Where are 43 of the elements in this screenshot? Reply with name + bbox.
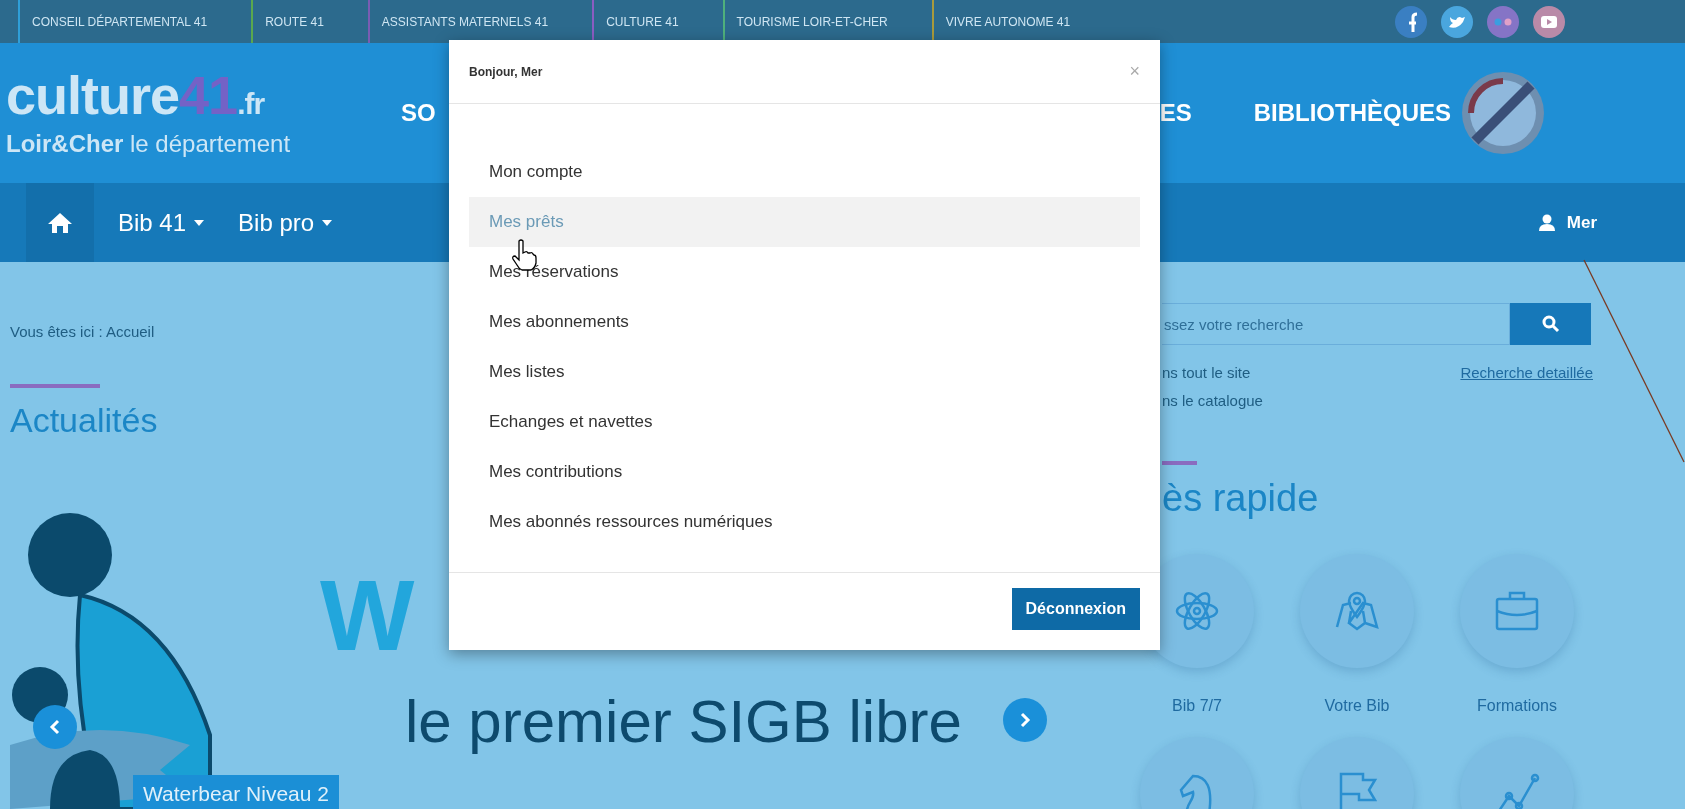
tile-label[interactable]: Bib 7/7 [1172, 696, 1222, 716]
youtube-icon[interactable] [1533, 5, 1565, 38]
user-menu[interactable]: Mer [1538, 212, 1597, 233]
search-scope-option[interactable]: ns le catalogue [1162, 387, 1263, 415]
header-nav-link[interactable]: BIBLIOTHÈQUES [1253, 99, 1451, 127]
banner-logo-letter: W [320, 565, 415, 665]
tile-label[interactable]: Formations [1477, 696, 1557, 716]
account-menu-item[interactable]: Mes réservations [469, 247, 1140, 297]
account-menu-item[interactable]: Mes listes [469, 347, 1140, 397]
nav-menu[interactable]: Bib 41 [108, 208, 215, 237]
chevron-right-icon [1019, 712, 1031, 728]
tile-label[interactable]: Votre Bib [1324, 696, 1390, 716]
twitter-icon[interactable] [1441, 5, 1473, 38]
close-button[interactable]: × [1129, 61, 1140, 82]
flickr-icon[interactable] [1487, 5, 1519, 38]
dialog-title: Bonjour, Mer [469, 64, 543, 79]
nav-menu[interactable]: Bib pro [228, 208, 343, 237]
account-menu-item[interactable]: Mes abonnés ressources numériques [469, 497, 1140, 547]
site-logo[interactable]: culture41.fr [6, 68, 401, 130]
search-scope-option[interactable]: ns tout le site [1162, 359, 1263, 387]
section-title: ès rapide [1162, 477, 1319, 519]
header-nav-link[interactable]: ES [1159, 99, 1192, 127]
advanced-search-link[interactable]: Recherche detaillée [1460, 359, 1593, 415]
home-icon[interactable] [26, 183, 94, 262]
account-menu-item[interactable]: Mes abonnements [469, 297, 1140, 347]
next-slide-button[interactable] [1003, 698, 1047, 742]
search-icon [1541, 315, 1560, 333]
account-menu-item[interactable]: Echanges et navettes [469, 397, 1140, 447]
chevron-left-icon [49, 719, 61, 735]
logout-button[interactable]: Déconnexion [1011, 588, 1140, 630]
breadcrumb: Vous êtes ici : Accueil [10, 322, 156, 342]
section-title: Actualités [10, 400, 158, 440]
account-menu-item[interactable]: Mon compte [469, 147, 1140, 197]
search-button[interactable] [1510, 303, 1591, 345]
account-menu-item[interactable]: Mes contributions [469, 447, 1140, 497]
search-field[interactable]: ssez votre recherche [1162, 303, 1510, 345]
facebook-icon[interactable] [1395, 5, 1427, 38]
logo-tagline: Loir&Cher le département [6, 129, 292, 158]
user-icon [1538, 214, 1555, 231]
slide-caption: Waterbear Niveau 2 [133, 775, 339, 809]
account-menu-item[interactable]: Mes prêts [469, 197, 1140, 247]
header-nav-link[interactable]: SO [401, 99, 436, 127]
banner-tagline: le premier SIGB libre [405, 690, 962, 754]
